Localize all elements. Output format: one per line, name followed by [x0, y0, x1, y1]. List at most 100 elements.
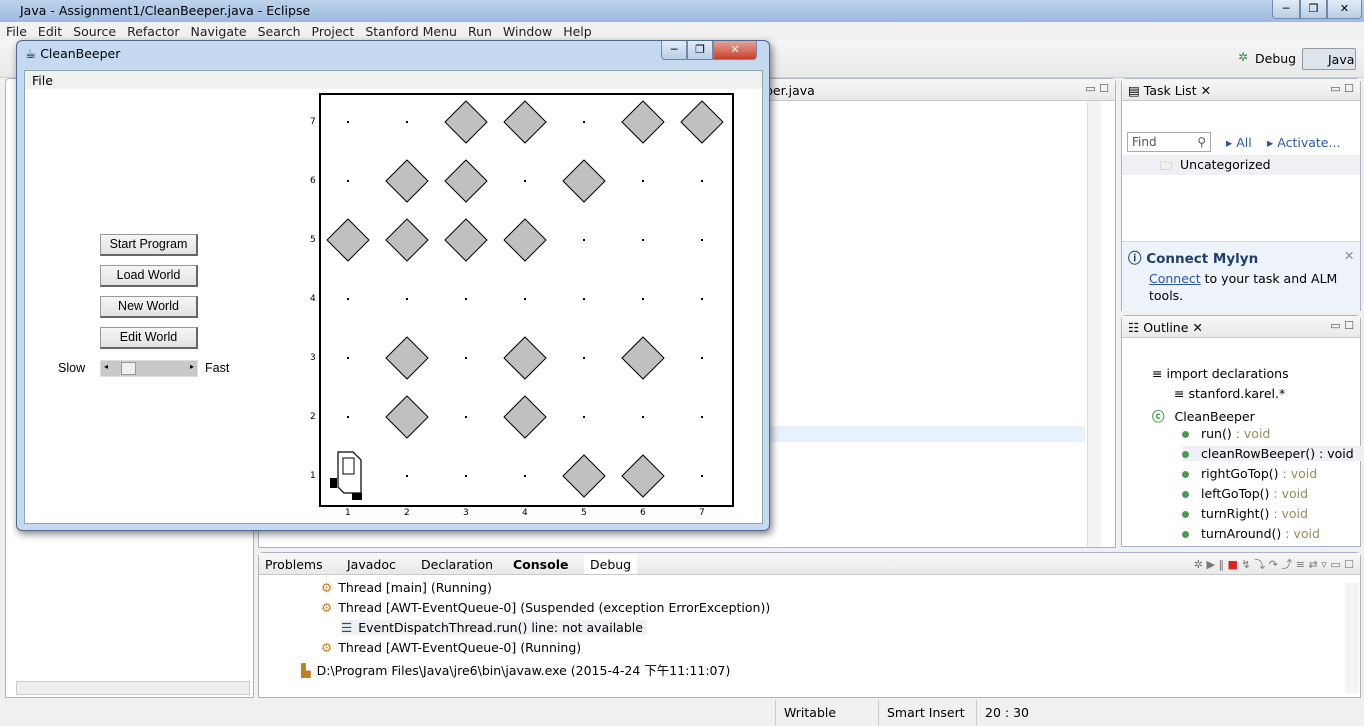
corner-dot: [347, 298, 349, 300]
slider-thumb[interactable]: [121, 362, 136, 375]
start-program-button[interactable]: Start Program: [100, 234, 198, 256]
slider-left-arrow[interactable]: ◂: [104, 362, 108, 371]
outline-item[interactable]: run() : void: [1182, 426, 1270, 441]
minimize-button[interactable]: ─: [1272, 0, 1300, 19]
debug-tree-item[interactable]: ☰ EventDispatchThread.run() line: not ava…: [341, 620, 647, 635]
task-list-tab[interactable]: ▤ Task List ✕: [1122, 81, 1217, 100]
outline-item[interactable]: turnAround() : void: [1182, 526, 1320, 541]
debug-tree-item[interactable]: ⚙ Thread [main] (Running): [321, 580, 492, 595]
menu-source[interactable]: Source: [67, 22, 121, 39]
column-label: 7: [699, 508, 705, 518]
menu-navigate[interactable]: Navigate: [185, 22, 252, 39]
debug-tree-item[interactable]: ▙ D:\Program Files\Java\jre6\bin\javaw.ex…: [301, 660, 730, 679]
slow-label: Slow: [58, 361, 86, 375]
menu-help[interactable]: Help: [557, 22, 597, 39]
outline-item[interactable]: ≡ import declarations: [1152, 366, 1289, 381]
search-icon: ⚲: [1197, 135, 1206, 149]
debug-tree-item[interactable]: ⚙ Thread [AWT-EventQueue-0] (Suspended (e…: [321, 600, 770, 615]
folder-icon: 🗀: [1160, 158, 1173, 173]
corner-dot: [406, 121, 408, 123]
slider-right-arrow[interactable]: ▸: [190, 362, 194, 371]
column-label: 1: [345, 508, 351, 518]
outline-item[interactable]: leftGoTop() : void: [1182, 486, 1308, 501]
outline-panel: ☷ Outline ✕ ▭ ☐ ≡ import declarations ≡ st…: [1121, 315, 1364, 547]
outline-item[interactable]: turnRight() : void: [1182, 506, 1308, 521]
editor-scrollbar[interactable]: [1087, 101, 1101, 547]
debug-perspective-button[interactable]: Debug: [1255, 51, 1296, 66]
row-label: 2: [310, 412, 316, 422]
karel-close-button[interactable]: ✕: [713, 41, 757, 60]
menu-search[interactable]: Search: [252, 22, 306, 39]
tab-javadoc[interactable]: Javadoc: [341, 555, 402, 574]
corner-dot: [701, 357, 703, 359]
connect-link[interactable]: Connect: [1149, 271, 1201, 286]
outline-item[interactable]: ⓒ CleanBeeper: [1152, 406, 1255, 425]
karel-bottom-foot: [352, 493, 362, 500]
corner-dot: [642, 298, 644, 300]
outline-min-max[interactable]: ▭ ☐: [1330, 319, 1354, 332]
mylyn-title: ⓘ Connect Mylyn: [1128, 251, 1259, 267]
karel-maximize-button[interactable]: ❐: [687, 41, 713, 60]
new-world-button[interactable]: New World: [100, 296, 198, 318]
column-label: 4: [522, 508, 528, 518]
java-perspective-button[interactable]: Java: [1302, 48, 1356, 70]
corner-dot: [465, 475, 467, 477]
outline-item[interactable]: rightGoTop() : void: [1182, 466, 1317, 481]
task-find-input[interactable]: Find ⚲: [1127, 132, 1211, 152]
corner-dot: [406, 298, 408, 300]
corner-dot: [524, 298, 526, 300]
beeper: [385, 336, 429, 380]
corner-dot: [583, 357, 585, 359]
editor-min-max[interactable]: ▭ ☐: [1085, 82, 1109, 95]
menu-file[interactable]: File: [0, 22, 32, 39]
mylyn-close-icon[interactable]: ✕: [1344, 248, 1354, 263]
debug-scrollbar[interactable]: [1345, 583, 1359, 693]
maximize-button[interactable]: ❐: [1300, 0, 1327, 19]
karel-minimize-button[interactable]: ─: [661, 41, 687, 60]
activate-link[interactable]: ▸ Activate...: [1267, 135, 1340, 150]
debug-perspective-icon: ✲: [1238, 50, 1249, 64]
all-link[interactable]: ▸ All: [1226, 135, 1252, 150]
debug-tree-item[interactable]: ⚙ Thread [AWT-EventQueue-0] (Running): [321, 640, 581, 655]
menu-run[interactable]: Run: [462, 22, 497, 39]
outline-name: turnAround(): [1201, 526, 1282, 541]
tab-console[interactable]: Console: [507, 555, 574, 574]
outline-tab[interactable]: ☷ Outline ✕: [1122, 318, 1209, 337]
debug-line-text: D:\Program Files\Java\jre6\bin\javaw.exe…: [316, 663, 731, 678]
beeper: [503, 336, 547, 380]
debug-toolbar[interactable]: ✲ ▶ ‖ ■ ↯ ⤵ ↷ ⤴ ≡ ⇄ ▿ ▭ ☐: [1194, 556, 1354, 572]
corner-dot: [465, 357, 467, 359]
tab-declaration[interactable]: Declaration: [415, 555, 499, 574]
row-label: 3: [310, 353, 316, 363]
menu-refactor[interactable]: Refactor: [121, 22, 184, 39]
status-cursor-position: 20 : 30: [976, 700, 1056, 726]
menu-edit[interactable]: Edit: [32, 22, 67, 39]
corner-dot: [347, 357, 349, 359]
menu-bar: File Edit Source Refactor Navigate Search Proj…: [0, 22, 1364, 40]
menu-stanford-menu[interactable]: Stanford Menu: [359, 22, 462, 39]
speed-slider[interactable]: ◂ ▸: [100, 360, 198, 377]
corner-dot: [583, 416, 585, 418]
task-list-min-max[interactable]: ▭ ☐: [1330, 82, 1354, 95]
tab-debug[interactable]: Debug: [584, 555, 638, 574]
karel-file-menu[interactable]: File: [25, 71, 762, 89]
karel-world: [319, 93, 734, 507]
outline-item[interactable]: cleanRowBeeper() : void: [1182, 446, 1364, 461]
menu-project[interactable]: Project: [306, 22, 360, 39]
outline-name: cleanRowBeeper() : void: [1201, 446, 1354, 461]
load-world-button[interactable]: Load World: [100, 265, 198, 287]
column-label: 2: [404, 508, 410, 518]
outline-item[interactable]: ≡ stanford.karel.*: [1174, 386, 1285, 401]
horizontal-scrollbar[interactable]: [16, 681, 250, 695]
outline-name: CleanBeeper: [1174, 409, 1255, 424]
category-row[interactable]: 🗀 Uncategorized: [1122, 155, 1360, 175]
beeper: [562, 454, 606, 498]
edit-world-button[interactable]: Edit World: [100, 327, 198, 349]
tab-problems[interactable]: Problems: [259, 555, 329, 574]
menu-window[interactable]: Window: [497, 22, 557, 39]
beeper: [444, 218, 488, 262]
category-label: Uncategorized: [1180, 157, 1271, 172]
outline-title: Outline: [1143, 320, 1189, 335]
close-button[interactable]: ✕: [1327, 0, 1362, 19]
corner-dot: [347, 180, 349, 182]
